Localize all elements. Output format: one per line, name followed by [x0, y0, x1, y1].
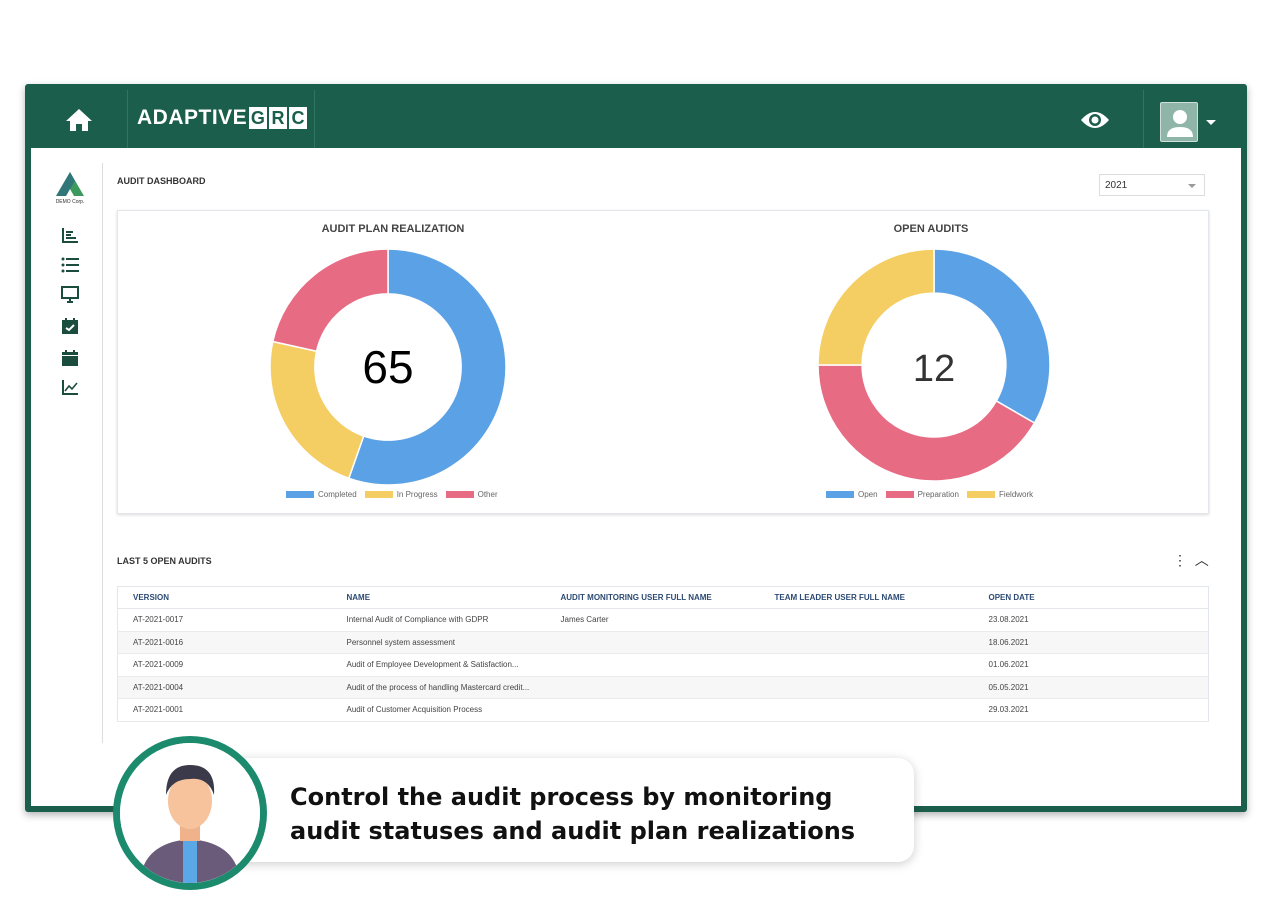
legend-swatch — [286, 491, 314, 498]
legend-swatch — [826, 491, 854, 498]
home-icon[interactable] — [65, 108, 93, 132]
legend-swatch — [886, 491, 914, 498]
table-tools: ⋮ ︿ — [1173, 550, 1209, 570]
calendar-icon[interactable] — [61, 349, 79, 367]
table-cell — [546, 676, 760, 699]
table-cell — [760, 676, 974, 699]
table-cell: Personnel system assessment — [332, 631, 546, 654]
app-window: ADAPTIVEGRC DEMO Corp. AUDIT DASHBOARD 2… — [25, 84, 1247, 812]
user-avatar[interactable] — [1160, 102, 1198, 142]
legend-item[interactable]: In Progress — [365, 490, 438, 499]
table-cell: 29.03.2021 — [974, 699, 1209, 722]
table-cell: Audit of Employee Development & Satisfac… — [332, 654, 546, 677]
slice-in-progress[interactable] — [270, 342, 364, 479]
legend-swatch — [365, 491, 393, 498]
donut-audit-plan: 65 — [268, 247, 508, 487]
monitor-icon[interactable] — [61, 285, 79, 303]
legend-item[interactable]: Completed — [286, 490, 357, 499]
table-row[interactable]: AT-2021-0004Audit of the process of hand… — [118, 676, 1209, 699]
feature-callout: Control the audit process by monitoringa… — [190, 758, 914, 862]
table-cell: AT-2021-0004 — [118, 676, 332, 699]
table-row[interactable]: AT-2021-0001Audit of Customer Acquisitio… — [118, 699, 1209, 722]
table-cell — [546, 631, 760, 654]
person-illustration — [113, 736, 267, 890]
chart-title: AUDIT PLAN REALIZATION — [243, 223, 543, 235]
sidebar: DEMO Corp. — [31, 163, 103, 743]
legend-label: In Progress — [397, 490, 438, 499]
page-title: AUDIT DASHBOARD — [117, 176, 206, 186]
table-cell: 23.08.2021 — [974, 609, 1209, 632]
top-bar: ADAPTIVEGRC — [25, 84, 1247, 148]
legend-label: Fieldwork — [999, 490, 1033, 499]
line-chart-icon[interactable] — [61, 378, 79, 396]
center-total: 12 — [913, 348, 955, 390]
chevron-down-icon[interactable] — [1206, 120, 1216, 125]
table-row[interactable]: AT-2021-0017Internal Audit of Compliance… — [118, 609, 1209, 632]
table-cell — [760, 631, 974, 654]
main-content: DEMO Corp. AUDIT DASHBOARD 2021 AUDIT PL… — [31, 148, 1241, 806]
legend-label: Open — [858, 490, 878, 499]
org-logo: DEMO Corp. — [53, 171, 87, 205]
more-options-icon[interactable]: ⋮ — [1173, 552, 1187, 568]
table-cell: AT-2021-0001 — [118, 699, 332, 722]
table-cell: 05.05.2021 — [974, 676, 1209, 699]
column-header[interactable]: AUDIT MONITORING USER FULL NAME — [546, 587, 760, 609]
user-icon — [1161, 103, 1199, 143]
eye-icon[interactable] — [1080, 110, 1110, 130]
table-cell — [546, 699, 760, 722]
legend: Open Preparation Fieldwork — [826, 490, 1033, 499]
section-title: LAST 5 OPEN AUDITS — [117, 556, 212, 566]
table-cell: Internal Audit of Compliance with GDPR — [332, 609, 546, 632]
table-cell — [760, 609, 974, 632]
legend-swatch — [967, 491, 995, 498]
slice-other[interactable] — [273, 249, 388, 351]
slice-open[interactable] — [934, 249, 1050, 423]
table-cell: AT-2021-0016 — [118, 631, 332, 654]
table-cell: James Carter — [546, 609, 760, 632]
legend-item[interactable]: Other — [446, 490, 498, 499]
table-cell: Audit of the process of handling Masterc… — [332, 676, 546, 699]
column-header[interactable]: NAME — [332, 587, 546, 609]
table-cell: 18.06.2021 — [974, 631, 1209, 654]
table-cell — [546, 654, 760, 677]
audits-table: VERSION NAME AUDIT MONITORING USER FULL … — [117, 586, 1209, 722]
legend-label: Other — [478, 490, 498, 499]
table-cell — [760, 699, 974, 722]
table-cell — [760, 654, 974, 677]
donut-open-audits: 12 — [816, 247, 1052, 483]
table-cell: Audit of Customer Acquisition Process — [332, 699, 546, 722]
column-header[interactable]: VERSION — [118, 587, 332, 609]
table-cell: 01.06.2021 — [974, 654, 1209, 677]
center-total: 65 — [362, 341, 413, 393]
collapse-icon[interactable]: ︿ — [1195, 552, 1209, 568]
chart-title: OPEN AUDITS — [781, 223, 1081, 235]
column-header[interactable]: OPEN DATE — [974, 587, 1209, 609]
bar-chart-icon[interactable] — [61, 226, 79, 244]
legend-label: Completed — [318, 490, 357, 499]
legend-swatch — [446, 491, 474, 498]
calendar-check-icon[interactable] — [61, 317, 79, 335]
column-header[interactable]: TEAM LEADER USER FULL NAME — [760, 587, 974, 609]
app-logo[interactable]: ADAPTIVEGRC — [137, 106, 307, 130]
charts-card: AUDIT PLAN REALIZATION OPEN AUDITS 65 12… — [117, 210, 1209, 514]
table-row[interactable]: AT-2021-0016Personnel system assessment 1… — [118, 631, 1209, 654]
list-icon[interactable] — [61, 256, 79, 274]
legend: Completed In Progress Other — [286, 490, 498, 499]
legend-label: Preparation — [918, 490, 959, 499]
legend-item[interactable]: Open — [826, 490, 878, 499]
table-row[interactable]: AT-2021-0009Audit of Employee Developmen… — [118, 654, 1209, 677]
year-select[interactable]: 2021 — [1099, 174, 1205, 196]
table-cell: AT-2021-0009 — [118, 654, 332, 677]
table-cell: AT-2021-0017 — [118, 609, 332, 632]
legend-item[interactable]: Fieldwork — [967, 490, 1033, 499]
legend-item[interactable]: Preparation — [886, 490, 959, 499]
